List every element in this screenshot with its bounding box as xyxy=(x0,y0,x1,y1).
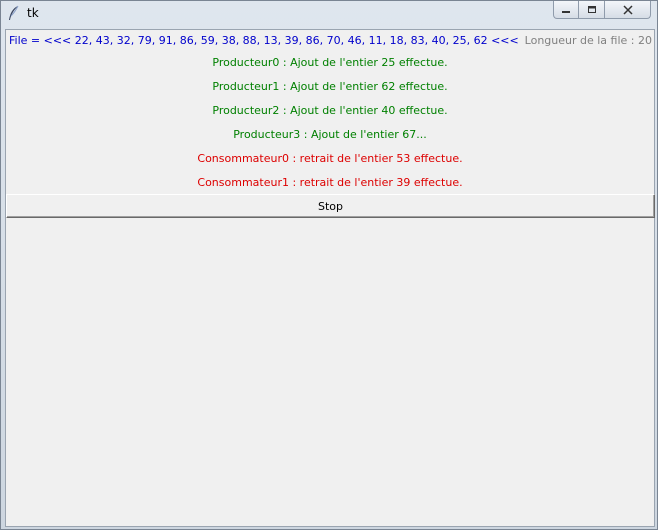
maximize-button[interactable] xyxy=(579,1,605,19)
stop-button[interactable]: Stop xyxy=(6,194,655,218)
log-message: Producteur2 : Ajout de l'entier 40 effec… xyxy=(212,104,448,117)
log-message: Producteur0 : Ajout de l'entier 25 effec… xyxy=(212,56,448,69)
close-button[interactable] xyxy=(605,1,651,19)
window-controls xyxy=(553,1,653,21)
log-message: Consommateur1 : retrait de l'entier 39 e… xyxy=(197,176,463,189)
client-area: File = <<< 22, 43, 32, 79, 91, 86, 59, 3… xyxy=(5,29,655,527)
log-message: Producteur3 : Ajout de l'entier 67... xyxy=(233,128,427,141)
queue-length-label: Longueur de la file : 20 xyxy=(524,34,652,47)
window-title: tk xyxy=(27,6,39,20)
app-window: tk File = <<< 22, 43, 32, 79, 91, 86, 59… xyxy=(0,0,658,530)
log-message: Consommateur0 : retrait de l'entier 53 e… xyxy=(197,152,463,165)
queue-status-row: File = <<< 22, 43, 32, 79, 91, 86, 59, 3… xyxy=(6,30,654,50)
log-message: Producteur1 : Ajout de l'entier 62 effec… xyxy=(212,80,448,93)
close-icon xyxy=(622,0,633,19)
queue-contents-label: File = <<< 22, 43, 32, 79, 91, 86, 59, 3… xyxy=(9,34,519,47)
feather-icon xyxy=(7,5,21,21)
minimize-button[interactable] xyxy=(553,1,579,19)
maximize-icon xyxy=(587,0,597,19)
title-bar[interactable]: tk xyxy=(1,1,657,27)
minimize-icon xyxy=(561,0,571,19)
